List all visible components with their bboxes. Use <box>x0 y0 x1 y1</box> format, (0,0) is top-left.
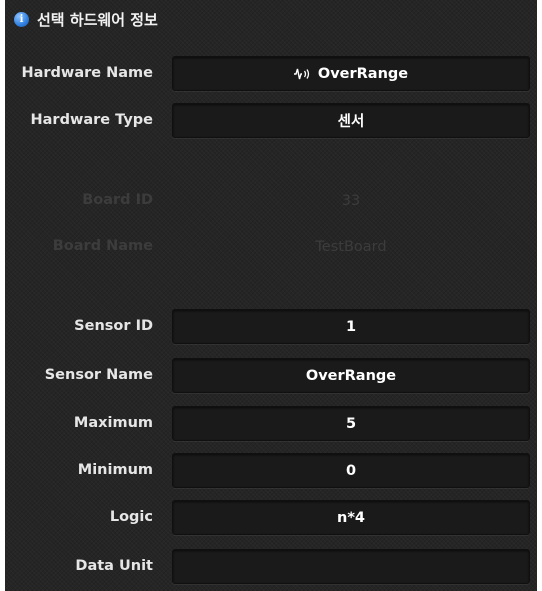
sensor-name-value: OverRange <box>305 367 397 384</box>
info-icon: i <box>14 11 29 27</box>
row-sensor-id: Sensor ID 1 <box>5 309 537 344</box>
row-maximum: Maximum 5 <box>5 406 537 441</box>
board-name-value: TestBoard <box>315 238 387 255</box>
board-name-label: Board Name <box>52 238 153 254</box>
sensor-id-value: 1 <box>345 318 357 335</box>
maximum-value: 5 <box>345 415 357 432</box>
logic-field[interactable]: n*4 <box>172 500 530 535</box>
panel-header: i 선택 하드웨어 정보 <box>5 0 537 38</box>
hardware-name-label: Hardware Name <box>21 65 153 81</box>
sensor-signal-icon <box>293 68 312 80</box>
hardware-name-value: OverRange <box>317 65 409 82</box>
row-board-name: Board Name TestBoard <box>5 229 537 264</box>
minimum-value: 0 <box>345 462 357 479</box>
row-logic: Logic n*4 <box>5 500 537 535</box>
sensor-name-field[interactable]: OverRange <box>172 358 530 393</box>
hardware-type-field[interactable]: 센서 <box>172 103 530 138</box>
selected-hardware-info-panel: i 선택 하드웨어 정보 Hardware Name OverRange Har… <box>5 0 537 591</box>
row-hardware-name: Hardware Name OverRange <box>5 56 537 91</box>
row-data-unit: Data Unit <box>5 549 537 584</box>
hardware-name-field[interactable]: OverRange <box>172 56 530 91</box>
logic-label: Logic <box>109 509 153 525</box>
sensor-id-label: Sensor ID <box>74 318 153 334</box>
sensor-id-field[interactable]: 1 <box>172 309 530 344</box>
row-board-id: Board ID 33 <box>5 183 537 218</box>
minimum-field[interactable]: 0 <box>172 453 530 488</box>
logic-value: n*4 <box>337 509 365 526</box>
minimum-label: Minimum <box>77 462 153 478</box>
row-sensor-name: Sensor Name OverRange <box>5 358 537 393</box>
data-unit-field[interactable] <box>172 549 530 584</box>
row-minimum: Minimum 0 <box>5 453 537 488</box>
data-unit-label: Data Unit <box>75 558 153 574</box>
hardware-type-value: 센서 <box>337 114 365 130</box>
board-id-value: 33 <box>341 192 361 209</box>
board-name-field: TestBoard <box>172 229 530 264</box>
sensor-name-label: Sensor Name <box>44 367 153 383</box>
board-id-field: 33 <box>172 183 530 218</box>
panel-title: 선택 하드웨어 정보 <box>37 10 158 29</box>
maximum-field[interactable]: 5 <box>172 406 530 441</box>
hardware-type-label: Hardware Type <box>30 112 154 128</box>
board-id-label: Board ID <box>82 192 153 208</box>
maximum-label: Maximum <box>73 415 153 431</box>
row-hardware-type: Hardware Type 센서 <box>5 103 537 138</box>
